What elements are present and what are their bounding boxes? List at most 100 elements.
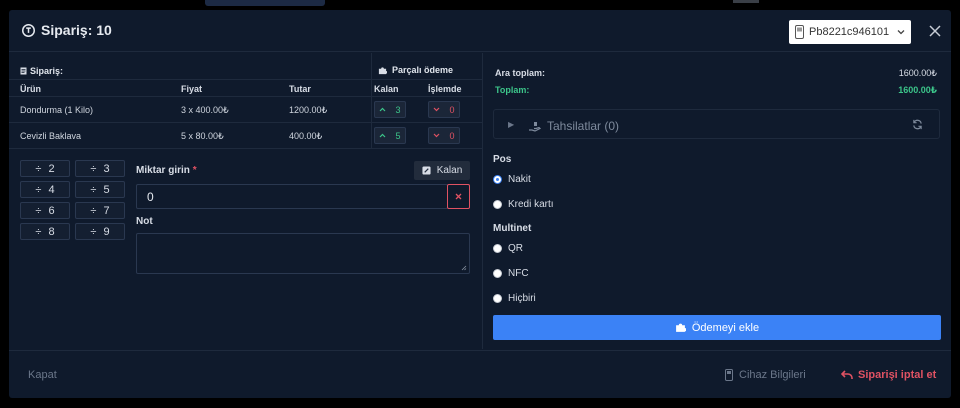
divide-by-9-button[interactable]: ÷ 9 — [75, 223, 125, 240]
chevron-down-icon — [897, 30, 905, 35]
radio-button[interactable] — [493, 200, 502, 209]
amount-label-text: Miktar girin — [136, 165, 190, 176]
divide-icon: ÷ — [35, 204, 42, 217]
chevron-up-icon — [380, 133, 386, 138]
divider — [371, 53, 372, 148]
divide-icon: ÷ — [90, 204, 97, 217]
divide-label: 7 — [103, 204, 110, 217]
divide-icon: ÷ — [90, 183, 97, 196]
pos-group-title: Pos — [493, 154, 512, 165]
divide-by-7-button[interactable]: ÷ 7 — [75, 202, 125, 219]
clear-amount-button[interactable] — [447, 184, 470, 209]
split-payment-caption-text: Parçalı ödeme — [392, 65, 454, 75]
divider — [9, 122, 482, 123]
cancel-order-button[interactable]: Siparişi iptal et — [841, 369, 936, 381]
radio-button[interactable] — [493, 269, 502, 278]
divide-icon: ÷ — [35, 183, 42, 196]
collections-title: Tahsilatlar (0) — [528, 119, 619, 133]
divide-label: 2 — [48, 162, 55, 175]
note-label: Not — [136, 216, 153, 227]
radio-kredi-karti[interactable]: Kredi kartı — [493, 199, 554, 210]
divide-by-2-button[interactable]: ÷ 2 — [20, 160, 70, 177]
cell-product: Dondurma (1 Kilo) — [20, 105, 94, 115]
divide-label: 9 — [103, 225, 110, 238]
order-items-table: Sipariş: Parçalı ödeme Ürün Fiyat Tutar … — [9, 53, 482, 149]
kalan-value: 5 — [395, 130, 401, 141]
divider — [9, 148, 482, 149]
add-payment-button[interactable]: Ödemeyi ekle — [493, 315, 941, 340]
chevron-up-icon — [380, 107, 386, 112]
undo-icon — [841, 370, 853, 379]
fill-remaining-button[interactable]: Kalan — [414, 161, 470, 180]
device-info-label: Cihaz Bilgileri — [739, 369, 806, 381]
cell-total: 1200.00₺ — [289, 105, 328, 115]
collections-title-text: Tahsilatlar (0) — [547, 119, 620, 133]
amount-input[interactable]: 0 — [136, 184, 448, 209]
device-select[interactable]: Pb8221c946101 — [789, 20, 911, 44]
radio-button[interactable] — [493, 244, 502, 253]
close-icon[interactable] — [927, 23, 943, 39]
app-logo-icon — [22, 23, 35, 37]
divide-by-6-button[interactable]: ÷ 6 — [20, 202, 70, 219]
required-mark: * — [192, 165, 197, 176]
divide-icon: ÷ — [90, 162, 97, 175]
cell-total: 400.00₺ — [289, 131, 323, 141]
total-label: Toplam: — [495, 85, 530, 95]
cell-price: 5 x 80.00₺ — [181, 131, 224, 141]
device-select-value: Pb8221c946101 — [809, 26, 890, 38]
total-value: 1600.00₺ — [898, 85, 937, 95]
islemde-stepper[interactable]: 0 — [428, 127, 460, 144]
islemde-value: 0 — [449, 104, 455, 115]
puzzle-icon — [378, 66, 387, 74]
subtotal-value: 1600.00₺ — [898, 68, 937, 78]
divide-label: 5 — [103, 183, 110, 196]
hand-money-icon — [529, 121, 542, 132]
split-payment-caption: Parçalı ödeme — [378, 65, 453, 75]
amount-value: 0 — [147, 189, 154, 204]
note-textarea[interactable] — [136, 233, 470, 274]
divide-by-8-button[interactable]: ÷ 8 — [20, 223, 70, 240]
divide-by-5-button[interactable]: ÷ 5 — [75, 181, 125, 198]
subtotal-label: Ara toplam: — [495, 68, 546, 78]
radio-qr[interactable]: QR — [493, 243, 523, 254]
divider — [9, 79, 482, 80]
background-hint — [733, 0, 759, 3]
order-caption-text: Sipariş: — [30, 66, 64, 76]
device-info-button[interactable]: Cihaz Bilgileri — [725, 369, 806, 381]
divide-label: 8 — [48, 225, 55, 238]
collections-panel[interactable]: ▶ Tahsilatlar (0) — [493, 109, 940, 139]
divide-icon: ÷ — [90, 225, 97, 238]
fill-remaining-label: Kalan — [436, 165, 463, 176]
receipt-icon — [20, 67, 27, 75]
radio-nfc[interactable]: NFC — [493, 268, 529, 279]
divide-by-4-button[interactable]: ÷ 4 — [20, 181, 70, 198]
resize-handle-icon[interactable] — [461, 265, 467, 271]
radio-label: QR — [508, 243, 523, 254]
modal-footer: Kapat Cihaz Bilgileri Siparişi iptal et — [9, 350, 951, 398]
cell-product: Cevizli Baklava — [20, 131, 82, 141]
column-header-islemde: İşlemde — [428, 84, 462, 94]
close-button[interactable]: Kapat — [28, 369, 57, 381]
multinet-group-title: Multinet — [493, 223, 532, 234]
radio-label: NFC — [508, 268, 529, 279]
islemde-value: 0 — [449, 130, 455, 141]
kalan-stepper[interactable]: 3 — [374, 101, 406, 118]
modal-header: Sipariş: 10 Pb8221c946101 — [9, 10, 951, 52]
divide-by-3-button[interactable]: ÷ 3 — [75, 160, 125, 177]
divider — [9, 96, 482, 97]
cell-price: 3 x 400.00₺ — [181, 105, 229, 115]
radio-hicbiri[interactable]: Hiçbiri — [493, 293, 536, 304]
refresh-icon[interactable] — [912, 119, 923, 130]
caret-right-icon: ▶ — [508, 120, 515, 129]
islemde-stepper[interactable]: 0 — [428, 101, 460, 118]
kalan-stepper[interactable]: 5 — [374, 127, 406, 144]
chevron-down-icon — [434, 133, 440, 138]
chevron-down-icon — [434, 107, 440, 112]
radio-button[interactable] — [493, 294, 502, 303]
radio-nakit[interactable]: Nakit — [493, 174, 531, 185]
radio-button-checked[interactable] — [493, 175, 502, 184]
add-payment-label: Ödemeyi ekle — [691, 321, 760, 334]
order-payment-modal: Sipariş: 10 Pb8221c946101 Sipariş: Parça… — [9, 10, 951, 398]
order-caption: Sipariş: — [20, 66, 63, 76]
pos-device-icon — [725, 369, 733, 381]
